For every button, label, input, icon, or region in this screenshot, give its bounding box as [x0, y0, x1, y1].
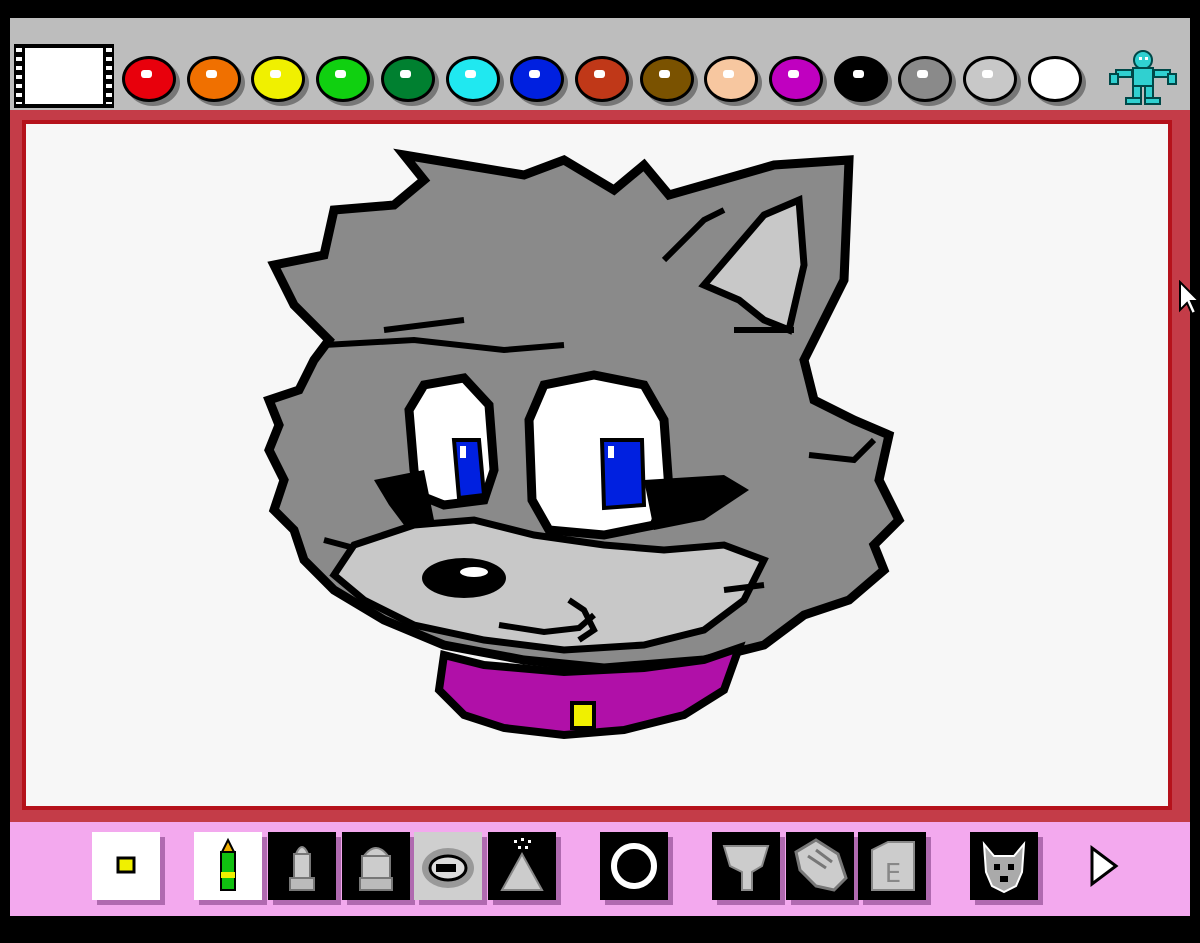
circle-shape-icon — [611, 843, 657, 889]
spray-can-icon — [500, 838, 544, 891]
small-square-brush-icon — [116, 856, 136, 874]
tool-circle-shape-button[interactable] — [600, 832, 668, 900]
wolf-iris-left — [451, 438, 487, 501]
tool-hand-button[interactable] — [786, 832, 854, 900]
tool-bar: E — [10, 822, 1190, 916]
color-palette — [10, 18, 1190, 110]
color-swatch-5[interactable] — [380, 56, 435, 102]
cursor-arrow-icon — [1179, 280, 1200, 316]
eraser-icon: E — [871, 841, 915, 891]
tool-spray-brush-button[interactable] — [414, 832, 482, 900]
color-swatch-13[interactable] — [898, 56, 953, 102]
color-swatch-7[interactable] — [510, 56, 565, 102]
color-swatch-11[interactable] — [769, 56, 823, 102]
wolf-drawing — [263, 148, 905, 740]
collar-tag-icon — [570, 701, 596, 730]
tool-dog-stamp-button[interactable] — [970, 832, 1038, 900]
current-color-fill — [25, 48, 103, 104]
crayon-icon — [220, 837, 236, 891]
nose-shine — [460, 567, 488, 577]
wolf-nose — [422, 558, 506, 598]
color-swatch-8[interactable] — [574, 56, 629, 102]
svg-text:E: E — [885, 859, 901, 889]
paint-bucket-icon — [722, 845, 770, 891]
film-sprocket-right — [106, 48, 112, 104]
canvas-frame — [10, 110, 1200, 822]
color-swatch-15[interactable] — [1027, 56, 1082, 102]
eye-shine-right — [608, 446, 614, 458]
alien-stamp-icon[interactable] — [1106, 48, 1180, 106]
tool-eraser-button[interactable]: E — [858, 832, 926, 900]
next-arrow-icon — [1090, 845, 1119, 887]
hand-icon — [794, 838, 848, 892]
color-swatch-2[interactable] — [186, 56, 241, 102]
dog-stamp-icon — [982, 840, 1026, 894]
color-swatch-14[interactable] — [963, 56, 1018, 102]
tool-marker-button[interactable] — [268, 832, 336, 900]
drawing-canvas[interactable] — [22, 120, 1172, 810]
tool-marker-wide-button[interactable] — [342, 832, 410, 900]
current-color-swatch[interactable] — [14, 44, 114, 108]
tool-spray-can-button[interactable] — [488, 832, 556, 900]
color-swatch-3[interactable] — [251, 56, 306, 102]
tool-next-arrow-button[interactable] — [1068, 832, 1136, 900]
tool-crayon-button[interactable] — [194, 832, 262, 900]
wolf-eye-right — [524, 370, 674, 540]
spray-brush-icon — [422, 848, 474, 888]
film-sprocket-left — [16, 48, 22, 104]
marker-wide-icon — [359, 847, 393, 891]
color-swatch-4[interactable] — [316, 56, 371, 102]
tool-small-square-brush-button[interactable] — [92, 832, 160, 900]
color-swatch-12[interactable] — [833, 56, 888, 102]
tool-paint-bucket-button[interactable] — [712, 832, 780, 900]
color-swatch-9[interactable] — [639, 56, 694, 102]
color-swatch-1[interactable] — [122, 56, 176, 102]
color-swatch-10[interactable] — [704, 56, 759, 102]
marker-icon — [289, 846, 315, 891]
color-swatch-6[interactable] — [445, 56, 500, 102]
eye-shine-left — [460, 446, 466, 458]
